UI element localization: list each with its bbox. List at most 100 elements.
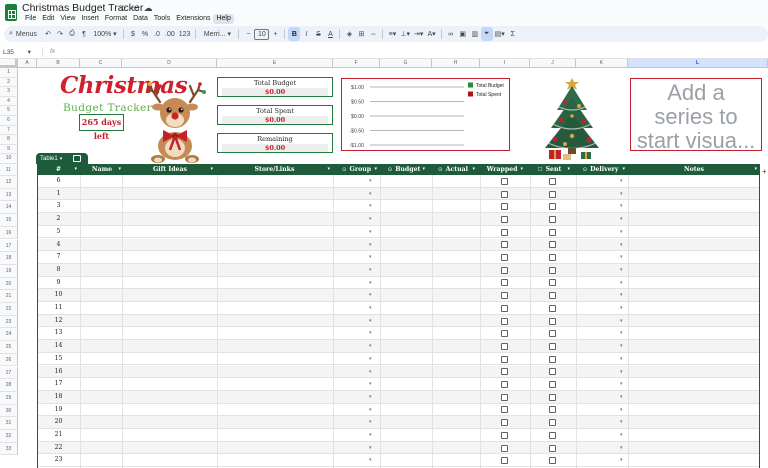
row-header-22[interactable]: 22 [0,303,18,316]
table-row[interactable]: 22 ▾ ▾ [37,441,760,455]
column-menu-chevron-icon[interactable]: ▾ [74,164,77,175]
menu-file[interactable]: File [22,14,39,24]
delivery-dropdown-chevron-icon[interactable]: ▾ [620,454,623,467]
group-dropdown-chevron-icon[interactable]: ▾ [369,416,372,429]
row-header-30[interactable]: 30 [0,404,18,418]
table-header-store-links[interactable]: Store/Links ▾ [216,164,333,175]
table-row[interactable]: 1 ▾ ▾ [37,187,760,201]
delivery-dropdown-chevron-icon[interactable]: ▾ [620,404,623,417]
group-dropdown-chevron-icon[interactable]: ▾ [369,315,372,328]
row-header-31[interactable]: 31 [0,417,18,430]
table-header-notes[interactable]: Notes ▾ [628,164,760,175]
group-dropdown-chevron-icon[interactable]: ▾ [369,200,372,213]
budget-chart[interactable]: $1.00 $0.50 $0.00 -$0.50 -$1.00 Total Budget T… [341,78,510,151]
row-header-16[interactable]: 16 [0,226,18,240]
search-menus-button[interactable]: ⌕ Menus [4,27,42,41]
menu-extensions[interactable]: Extensions [173,14,213,24]
font-size-input[interactable]: 10 [254,28,270,40]
column-menu-chevron-icon[interactable]: ▾ [210,164,213,175]
column-header-b[interactable]: B [37,59,80,68]
sent-checkbox[interactable] [549,190,556,198]
column-menu-chevron-icon[interactable]: ▾ [754,164,757,175]
group-dropdown-chevron-icon[interactable]: ▾ [369,188,372,201]
delivery-dropdown-chevron-icon[interactable]: ▾ [620,429,623,442]
wrapped-checkbox[interactable] [501,444,508,452]
delivery-dropdown-chevron-icon[interactable]: ▾ [620,239,623,252]
wrapped-checkbox[interactable] [501,241,508,249]
name-box[interactable]: L35 ▾ [0,48,38,56]
table-row[interactable]: 23 ▾ ▾ [37,454,760,468]
delivery-dropdown-chevron-icon[interactable]: ▾ [620,302,623,315]
italic-button[interactable]: I [300,27,312,41]
table-name-chip[interactable]: Table1 ▾ [36,153,88,164]
group-dropdown-chevron-icon[interactable]: ▾ [369,366,372,379]
borders-button[interactable]: ⊞ [355,27,367,41]
row-header-12[interactable]: 12 [0,176,18,189]
column-header-l[interactable]: L [628,59,768,68]
table-row[interactable]: 13 ▾ ▾ [37,327,760,341]
sent-checkbox[interactable] [549,241,556,249]
row-header-26[interactable]: 26 [0,353,18,367]
wrapped-checkbox[interactable] [501,279,508,287]
wrapped-checkbox[interactable] [501,203,508,211]
sent-checkbox[interactable] [549,419,556,427]
table-row[interactable]: 2 ▾ ▾ [37,213,760,226]
column-header-g[interactable]: G [380,59,432,68]
row-header-29[interactable]: 29 [0,391,18,405]
delivery-dropdown-chevron-icon[interactable]: ▾ [620,340,623,353]
table-row[interactable]: 15 ▾ ▾ [37,353,760,366]
column-header-k[interactable]: K [576,59,628,68]
font-size-decrease-button[interactable]: − [242,27,254,41]
remaining-value[interactable]: $0.00 [222,143,328,152]
zoom-select[interactable]: 100% ▾ [90,27,120,41]
formula-input[interactable] [55,47,768,57]
text-color-button[interactable]: A [324,27,336,41]
group-dropdown-chevron-icon[interactable]: ▾ [369,429,372,442]
column-header-h[interactable]: H [432,59,480,68]
table-row[interactable]: 14 ▾ ▾ [37,340,760,353]
font-select[interactable]: Merri... ▾ [199,27,235,41]
row-header-21[interactable]: 21 [0,290,18,303]
wrapped-checkbox[interactable] [501,304,508,312]
wrapped-checkbox[interactable] [501,393,508,401]
row-header-28[interactable]: 28 [0,379,18,392]
merge-cells-button[interactable]: ⇔ [367,27,379,41]
delivery-dropdown-chevron-icon[interactable]: ▾ [620,200,623,213]
table-row[interactable]: 8 ▾ ▾ [37,263,760,277]
column-menu-chevron-icon[interactable]: ▾ [567,164,570,175]
sent-checkbox[interactable] [549,431,556,439]
sent-checkbox[interactable] [549,203,556,211]
sent-checkbox[interactable] [549,215,556,223]
wrapped-checkbox[interactable] [501,431,508,439]
table-header-wrapped[interactable]: Wrapped ▾ [478,164,526,175]
delivery-dropdown-chevron-icon[interactable]: ▾ [620,353,623,366]
row-header-7[interactable]: 7 [0,125,18,136]
strikethrough-button[interactable]: S [312,27,324,41]
horizontal-align-button[interactable]: ≡▾ [386,27,398,41]
wrapped-checkbox[interactable] [501,215,508,223]
table-row[interactable]: 5 ▾ ▾ [37,226,760,239]
row-header-27[interactable]: 27 [0,366,18,380]
sent-checkbox[interactable] [549,368,556,376]
sent-checkbox[interactable] [549,266,556,274]
group-dropdown-chevron-icon[interactable]: ▾ [369,302,372,315]
table-row[interactable]: 10 ▾ ▾ [37,289,760,302]
row-header-18[interactable]: 18 [0,252,18,265]
table-view-icon[interactable] [73,155,82,162]
wrapped-checkbox[interactable] [501,228,508,236]
delivery-dropdown-chevron-icon[interactable]: ▾ [620,315,623,328]
table-header-name[interactable]: Name ▾ [80,164,124,175]
row-header-32[interactable]: 32 [0,430,18,443]
table-row[interactable]: 19 ▾ ▾ [37,404,760,417]
text-wrap-button[interactable]: ⇥▾ [412,27,425,41]
group-dropdown-chevron-icon[interactable]: ▾ [369,378,372,391]
star-icon[interactable]: ☆ [119,3,131,13]
column-menu-chevron-icon[interactable]: ▾ [422,164,425,175]
table-row[interactable]: 21 ▾ ▾ [37,429,760,442]
column-header-i[interactable]: I [480,59,530,68]
row-header-13[interactable]: 13 [0,188,18,202]
row-header-23[interactable]: 23 [0,315,18,329]
group-dropdown-chevron-icon[interactable]: ▾ [369,277,372,290]
table-header-gift-ideas[interactable]: Gift Ideas ▾ [124,164,216,175]
group-dropdown-chevron-icon[interactable]: ▾ [369,264,372,277]
